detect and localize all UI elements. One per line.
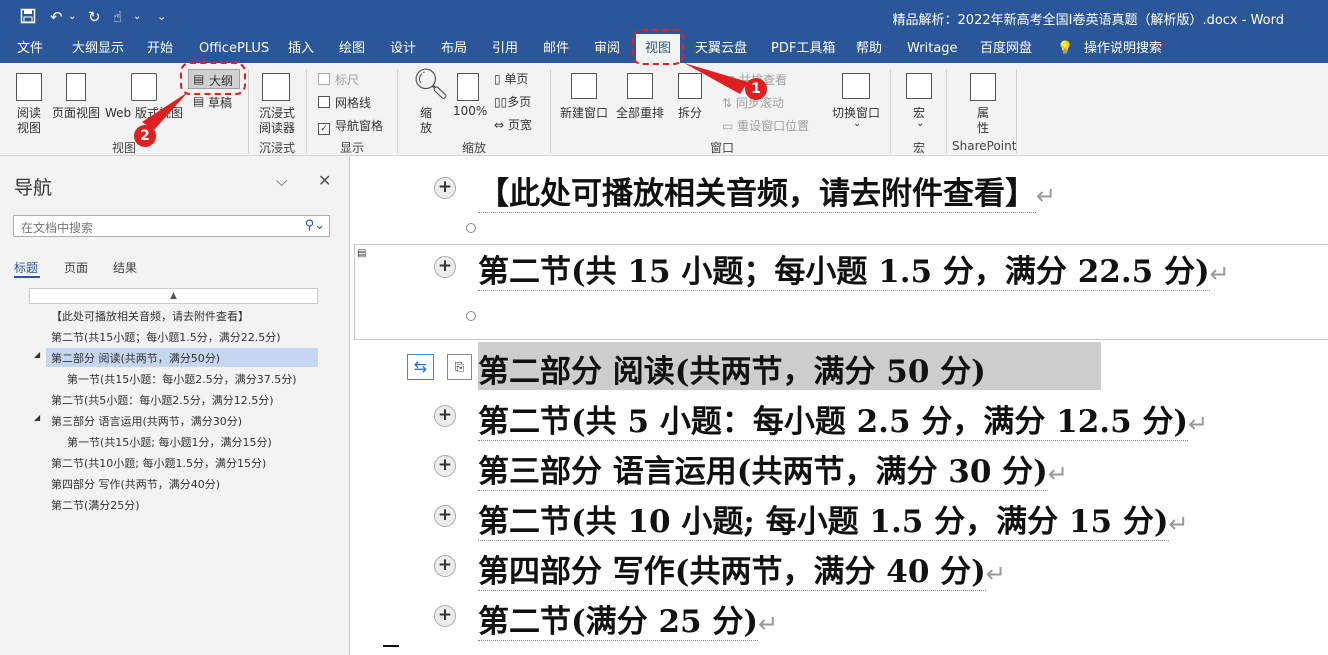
expand-plus-icon[interactable]: +	[434, 555, 456, 577]
comment-marker-icon: ▤	[357, 248, 367, 259]
outline-item-selected[interactable]: 第二部分 阅读(共两节，满分50分)	[51, 350, 220, 366]
nav-tab-headings[interactable]: 标题	[14, 259, 38, 276]
expand-plus-icon[interactable]: +	[434, 405, 456, 427]
collapse-triangle-icon[interactable]: ◢	[34, 413, 40, 422]
paragraph-mark: ↵	[1209, 260, 1230, 288]
outline-heading-selected[interactable]: 第二部分 阅读(共两节，满分 50 分)	[478, 346, 986, 391]
outline-item[interactable]: 【此处可播放相关音频，请去附件查看】	[51, 308, 249, 324]
paragraph-mark: ↵	[758, 610, 779, 638]
outline-heading[interactable]: 【此处可播放相关音频，请去附件查看】↵	[478, 168, 1056, 213]
expand-plus-icon[interactable]: +	[434, 455, 456, 477]
annotation-arrows	[142, 63, 748, 130]
navigation-search-input[interactable]: 在文档中搜索 ⚲⌄	[13, 215, 330, 237]
nav-tab-pages[interactable]: 页面	[64, 259, 88, 276]
paste-options-icon[interactable]: ⎘	[447, 354, 472, 380]
search-placeholder: 在文档中搜索	[21, 221, 94, 235]
outline-item[interactable]: 第三部分 语言运用(共两节，满分30分)	[51, 413, 242, 429]
heading-text: 第三部分 语言运用(共两节，满分 30 分)	[478, 454, 1048, 491]
paragraph-mark: ↵	[1188, 410, 1209, 438]
heading-text: 第二部分 阅读(共两节，满分 50 分)	[478, 354, 986, 390]
navigation-pane: 导航 ⌵ ✕ 在文档中搜索 ⚲⌄ 标题 页面 结果 ▲ 【此处可播放相关音频，请…	[0, 156, 350, 655]
annotation-badge-2: 2	[134, 125, 156, 147]
outline-item[interactable]: 第二节(共15小题；每小题1.5分，满分22.5分)	[51, 329, 281, 345]
close-icon[interactable]: ✕	[318, 171, 331, 190]
outline-heading[interactable]: 第二节(满分 25 分)↵	[478, 596, 778, 641]
expand-plus-icon[interactable]: +	[434, 177, 456, 199]
outline-heading[interactable]: 第四部分 写作(共两节，满分 40 分)↵	[478, 546, 1006, 591]
collapse-triangle-icon[interactable]: ◢	[34, 350, 40, 359]
nav-tab-results[interactable]: 结果	[113, 259, 137, 276]
chevron-down-icon[interactable]: ⌵	[276, 172, 287, 190]
outline-heading[interactable]: 第二节(共 10 小题; 每小题 1.5 分，满分 15 分)↵	[478, 496, 1189, 541]
heading-text: 第二节(共 5 小题：每小题 2.5 分，满分 12.5 分)	[478, 404, 1189, 441]
outline-heading[interactable]: 第三部分 语言运用(共两节，满分 30 分)↵	[478, 446, 1068, 491]
heading-text: 【此处可播放相关音频，请去附件查看】	[478, 176, 1036, 213]
outline-item[interactable]: 第二节(满分25分)	[51, 497, 140, 513]
paragraph-mark: ↵	[985, 560, 1006, 588]
outline-item[interactable]: 第二节(共5小题：每小题2.5分，满分12.5分)	[51, 392, 274, 408]
heading-text: 第二节(共 10 小题; 每小题 1.5 分，满分 15 分)	[478, 504, 1169, 541]
navigation-title: 导航	[14, 177, 53, 199]
outline-heading[interactable]: 第二节(共 5 小题：每小题 2.5 分，满分 12.5 分)↵	[478, 396, 1208, 441]
heading-text: 第二节(共 15 小题；每小题 1.5 分，满分 22.5 分)	[478, 254, 1210, 291]
search-icon[interactable]: ⚲⌄	[305, 218, 325, 233]
heading-text: 第四部分 写作(共两节，满分 40 分)	[478, 554, 986, 591]
body-text-bullet[interactable]	[466, 223, 476, 233]
body-text-bullet[interactable]	[466, 311, 476, 321]
annotation-badge-1: 1	[745, 78, 767, 100]
swap-arrows-icon[interactable]: ⇆	[407, 354, 434, 380]
outline-heading[interactable]: 第二节(共 15 小题；每小题 1.5 分，满分 22.5 分)↵	[478, 246, 1230, 291]
expand-plus-icon[interactable]: +	[434, 605, 456, 627]
paragraph-mark: ↵	[1047, 460, 1068, 488]
end-of-document-marker	[383, 645, 399, 647]
outline-item[interactable]: 第一节(共15小题：每小题2.5分，满分37.5分)	[67, 371, 297, 387]
outline-item[interactable]: 第四部分 写作(共两节，满分40分)	[51, 476, 220, 492]
heading-text: 第二节(满分 25 分)	[478, 604, 759, 641]
outline-item[interactable]: 第二节(共10小题; 每小题1.5分，满分15分)	[51, 455, 266, 471]
paragraph-mark: ↵	[1168, 510, 1189, 538]
active-tab-underline	[14, 276, 40, 278]
document-area: + 【此处可播放相关音频，请去附件查看】↵ ▤ + 第二节(共 15 小题；每小…	[350, 156, 1328, 655]
scroll-up-button[interactable]: ▲	[29, 288, 318, 304]
expand-plus-icon[interactable]: +	[434, 256, 456, 278]
expand-plus-icon[interactable]: +	[434, 505, 456, 527]
paragraph-mark: ↵	[1036, 182, 1057, 210]
outline-item[interactable]: 第一节(共15小题; 每小题1分，满分15分)	[67, 434, 272, 450]
